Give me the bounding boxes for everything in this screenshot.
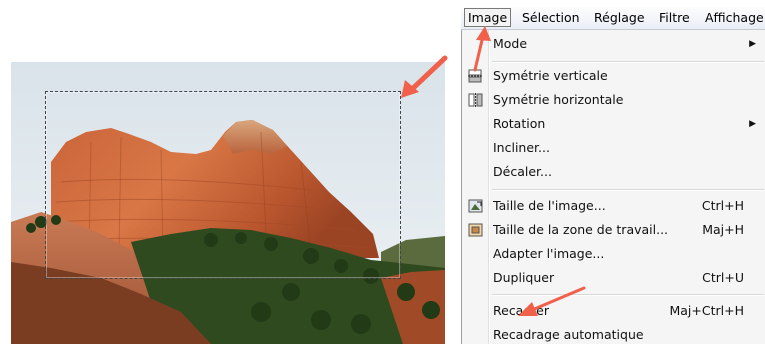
menu-item-flip-vertical[interactable]: Symétrie verticale [462,65,765,87]
submenu-arrow-icon: ▶ [749,39,756,49]
menu-adjustments[interactable]: Réglage [591,9,648,26]
menu-separator [492,189,764,191]
menu-filter[interactable]: Filtre [656,9,693,26]
image-size-icon [468,199,483,213]
menu-separator [492,294,764,296]
menu-item-rotation[interactable]: Rotation ▶ [462,113,765,135]
menu-item-canvas-size[interactable]: Taille de la zone de travail... Maj+H [462,219,765,241]
menu-item-label: Recadrer [493,303,549,318]
image-menu-dropdown: Mode ▶ Symétrie verticale Symétrie horiz… [461,30,765,344]
menu-item-label: Mode [493,36,528,51]
menu-item-auto-crop[interactable]: Recadrage automatique [462,324,765,346]
menu-item-label: Dupliquer [493,270,555,285]
menu-item-label: Taille de la zone de travail... [493,222,669,237]
shortcut-label: Maj+H [702,222,744,237]
menu-item-label: Symétrie horizontale [493,92,624,107]
photo-canvas[interactable] [11,62,445,344]
menu-item-mode[interactable]: Mode ▶ [462,33,765,55]
menu-selection[interactable]: Sélection [519,9,583,26]
menu-item-label: Incliner... [493,140,550,155]
menu-separator [492,61,764,63]
menu-item-flip-horizontal[interactable]: Symétrie horizontale [462,89,765,111]
submenu-arrow-icon: ▶ [749,119,756,129]
shortcut-label: Maj+Ctrl+H [669,303,744,318]
flip-vertical-icon [468,69,483,83]
menu-item-label: Taille de l'image... [493,198,606,213]
shortcut-label: Ctrl+U [702,270,744,285]
menu-item-duplicate[interactable]: Dupliquer Ctrl+U [462,267,765,289]
menu-item-label: Recadrage automatique [493,327,644,342]
menu-item-label: Décaler... [493,164,552,179]
menu-bar: Image Sélection Réglage Filtre Affichage [461,7,765,30]
menu-item-fit-image[interactable]: Adapter l'image... [462,243,765,265]
canvas-size-icon [468,223,483,237]
menu-item-label: Rotation [493,116,546,131]
selection-marquee[interactable] [45,91,401,279]
menu-view[interactable]: Affichage [702,9,765,26]
flip-horizontal-icon [468,93,483,107]
menu-item-skew[interactable]: Incliner... [462,137,765,159]
menu-item-crop[interactable]: Recadrer Maj+Ctrl+H [462,300,765,322]
menu-image[interactable]: Image [464,8,512,27]
menu-item-label: Symétrie verticale [493,68,608,83]
shortcut-label: Ctrl+H [701,198,744,213]
menu-item-label: Adapter l'image... [493,246,605,261]
menu-item-offset[interactable]: Décaler... [462,161,765,183]
menu-item-image-size[interactable]: Taille de l'image... Ctrl+H [462,195,765,217]
